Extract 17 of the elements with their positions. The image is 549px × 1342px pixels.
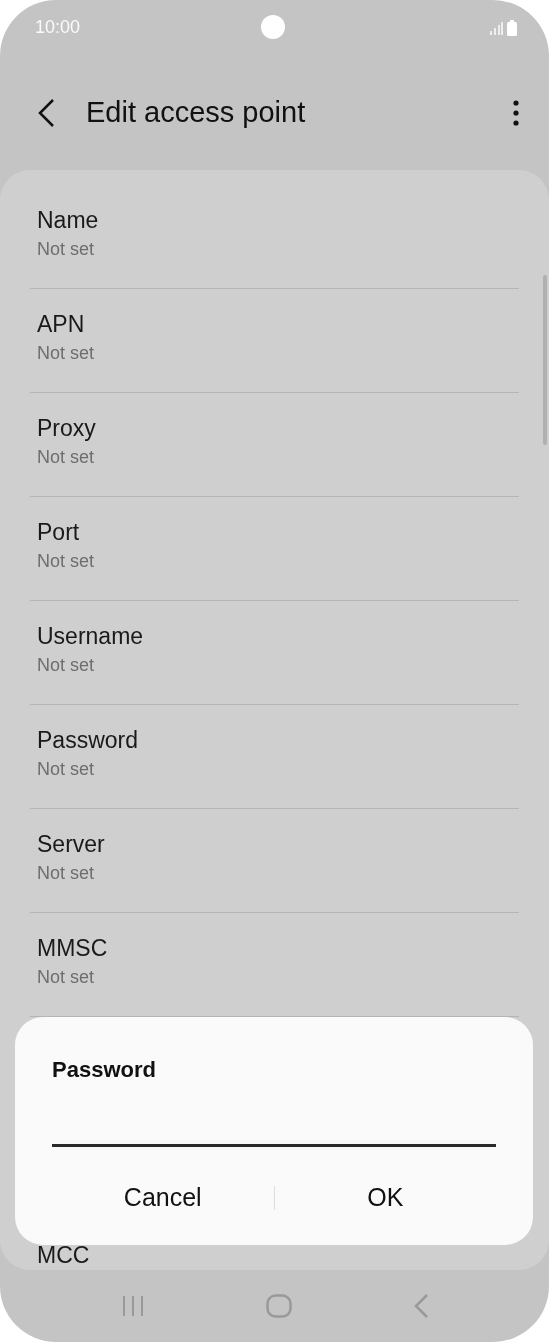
setting-item[interactable]: Proxy Not set (30, 393, 519, 497)
signal-icon (489, 20, 503, 35)
setting-item[interactable]: MCC (37, 1242, 90, 1268)
setting-item[interactable]: APN Not set (30, 289, 519, 393)
page-title: Edit access point (86, 96, 307, 129)
setting-item[interactable]: Username Not set (30, 601, 519, 705)
battery-icon (507, 19, 517, 36)
ok-button[interactable]: OK (274, 1175, 496, 1220)
setting-item[interactable]: Server Not set (30, 809, 519, 913)
cancel-button[interactable]: Cancel (52, 1175, 274, 1220)
dialog-title: Password (52, 1057, 156, 1083)
more-options-icon[interactable] (513, 99, 519, 126)
setting-item[interactable]: Port Not set (30, 497, 519, 601)
camera-cutout (261, 15, 285, 39)
back-icon[interactable] (36, 97, 56, 128)
setting-item[interactable]: Password Not set (30, 705, 519, 809)
setting-item[interactable]: Name Not set (30, 185, 519, 289)
